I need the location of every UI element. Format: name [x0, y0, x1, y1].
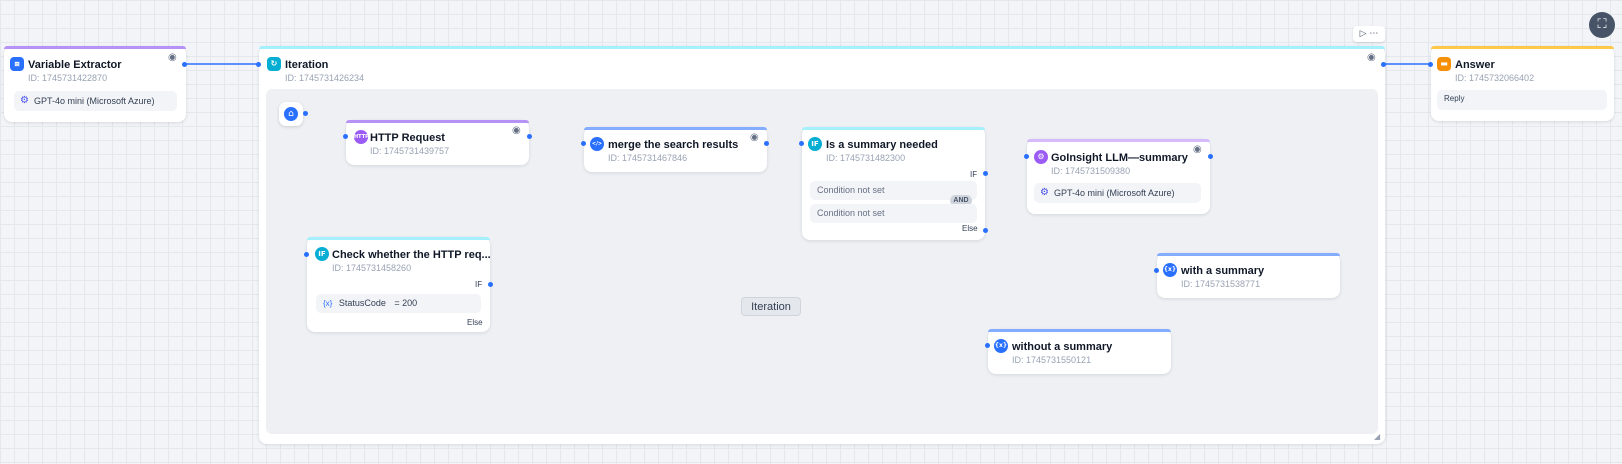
if-branch-label: IF: [970, 170, 978, 179]
llm-summary-node[interactable]: ⚙ GoInsight LLM—summary ID: 174573150938…: [1027, 139, 1210, 214]
node-id: ID: 1745731482300: [826, 153, 906, 163]
node-title: without a summary: [1012, 341, 1113, 353]
fullscreen-button[interactable]: ⛶: [1589, 12, 1615, 38]
node-title: Iteration: [285, 59, 329, 71]
node-top-bar: [259, 46, 1385, 49]
eye-icon[interactable]: ◉: [512, 125, 521, 136]
node-top-bar: [1157, 253, 1340, 256]
input-handle[interactable]: [256, 62, 261, 67]
variable-extractor-node[interactable]: ⧈ Variable Extractor ID: 1745731422870 ◉…: [4, 46, 186, 122]
node-id: ID: 1745731538771: [1181, 279, 1261, 289]
node-title: GoInsight LLM—summary: [1051, 152, 1188, 164]
model-label: GPT-4o mini (Microsoft Azure): [1054, 188, 1175, 198]
output-handle[interactable]: [1208, 154, 1213, 159]
without-summary-node[interactable]: {x} without a summary ID: 1745731550121: [988, 329, 1171, 374]
output-handle[interactable]: [303, 111, 308, 116]
check-http-node[interactable]: IF Check whether the HTTP req... ID: 174…: [307, 237, 491, 332]
eye-icon[interactable]: ◉: [1367, 52, 1376, 63]
iteration-toolbar: ▷ ⋯: [1353, 26, 1385, 42]
summary-needed-node[interactable]: IF Is a summary needed ID: 1745731482300…: [802, 127, 985, 240]
variable-icon: {x}: [1163, 263, 1177, 277]
output-handle[interactable]: [1381, 62, 1386, 67]
if-output-handle[interactable]: [488, 282, 493, 287]
iteration-label-badge: Iteration: [741, 297, 801, 316]
input-handle[interactable]: [1428, 62, 1433, 67]
node-id: ID: 1745731439757: [370, 146, 450, 156]
variable-icon: {x}: [994, 339, 1008, 353]
model-icon: ⚙: [1040, 187, 1049, 198]
llm-icon: ⚙: [1034, 150, 1048, 164]
iteration-icon: ↻: [267, 57, 281, 71]
if-output-handle[interactable]: [983, 171, 988, 176]
input-handle[interactable]: [1024, 154, 1029, 159]
condition-operator: = 200: [394, 298, 418, 308]
if-icon: IF: [315, 247, 329, 261]
node-title: Variable Extractor: [28, 59, 122, 71]
resize-handle-icon[interactable]: ◢: [1374, 432, 1380, 441]
condition-row[interactable]: Condition not set: [810, 204, 977, 223]
node-title: Is a summary needed: [826, 139, 938, 151]
node-title: merge the search results: [608, 139, 739, 151]
input-handle[interactable]: [304, 252, 309, 257]
else-branch-label: Else: [467, 318, 483, 327]
variable-icon: {x}: [323, 299, 333, 308]
node-id: ID: 1745731550121: [1012, 355, 1092, 365]
model-selector[interactable]: ⚙ GPT-4o mini (Microsoft Azure): [14, 91, 177, 111]
node-id: ID: 1745732066402: [1455, 73, 1535, 83]
condition-variable: StatusCode: [338, 298, 386, 308]
condition-row[interactable]: {x} StatusCode = 200: [316, 294, 481, 313]
eye-icon[interactable]: ◉: [1193, 144, 1202, 155]
node-title: HTTP Request: [370, 132, 445, 144]
node-id: ID: 1745731426234: [285, 73, 365, 83]
node-top-bar: [1431, 46, 1614, 49]
node-top-bar: [307, 237, 490, 240]
else-branch-label: Else: [962, 224, 978, 233]
node-title: with a summary: [1181, 265, 1265, 277]
model-selector[interactable]: ⚙ GPT-4o mini (Microsoft Azure): [1034, 183, 1201, 203]
node-title: Answer: [1455, 59, 1495, 71]
with-summary-node[interactable]: {x} with a summary ID: 1745731538771: [1157, 253, 1340, 298]
node-top-bar: [1027, 139, 1210, 142]
node-top-bar: [346, 120, 529, 123]
node-top-bar: [4, 46, 186, 49]
input-handle[interactable]: [799, 141, 804, 146]
node-top-bar: [988, 329, 1171, 332]
eye-icon[interactable]: ◉: [750, 132, 759, 143]
else-output-handle[interactable]: [983, 228, 988, 233]
node-title: Check whether the HTTP req...: [332, 249, 491, 261]
input-handle[interactable]: [985, 343, 990, 348]
http-request-node[interactable]: HTTP HTTP Request ID: 1745731439757 ◉: [346, 120, 529, 165]
node-id: ID: 1745731509380: [1051, 166, 1131, 176]
model-icon: ⚙: [20, 95, 29, 106]
if-branch-label: IF: [475, 280, 483, 289]
node-top-bar: [802, 127, 985, 130]
chat-bubble-icon: ▬: [1437, 57, 1451, 71]
node-id: ID: 1745731458260: [332, 263, 412, 273]
output-handle[interactable]: [527, 134, 532, 139]
node-id: ID: 1745731467846: [608, 153, 688, 163]
code-icon: </>: [590, 137, 604, 151]
node-top-bar: [584, 127, 767, 130]
run-icon[interactable]: ▷: [1360, 29, 1367, 39]
merge-results-node[interactable]: </> merge the search results ID: 1745731…: [584, 127, 767, 172]
model-label: GPT-4o mini (Microsoft Azure): [34, 96, 155, 106]
eye-icon[interactable]: ◉: [168, 52, 177, 63]
answer-node[interactable]: ▬ Answer ID: 1745732066402 Reply: [1431, 46, 1614, 121]
input-handle[interactable]: [1154, 268, 1159, 273]
iteration-start-node[interactable]: ⌂: [279, 102, 303, 126]
http-icon: HTTP: [354, 130, 369, 144]
output-handle[interactable]: [764, 141, 769, 146]
if-icon: IF: [808, 137, 822, 151]
node-id: ID: 1745731422870: [28, 73, 108, 83]
output-handle[interactable]: [182, 62, 187, 67]
variable-extractor-icon: ⧈: [10, 57, 24, 71]
more-icon[interactable]: ⋯: [1369, 29, 1378, 39]
fullscreen-icon: ⛶: [1597, 17, 1607, 32]
input-handle[interactable]: [581, 141, 586, 146]
input-handle[interactable]: [343, 134, 348, 139]
home-icon: ⌂: [284, 107, 298, 121]
reply-field[interactable]: Reply: [1437, 90, 1607, 110]
